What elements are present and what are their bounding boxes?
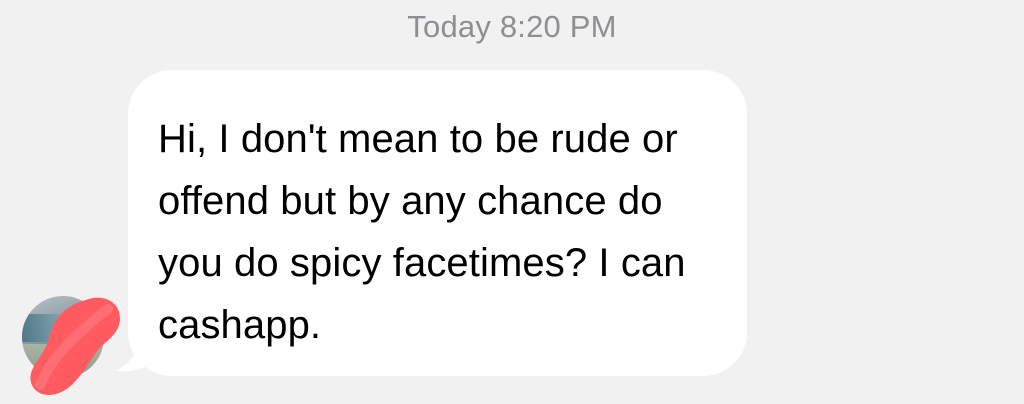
avatar-photo-sky [22, 314, 104, 342]
incoming-message[interactable]: Hi, I don't mean to be rude or offend bu… [115, 70, 747, 376]
avatar-photo-ground [22, 344, 104, 378]
message-text: Hi, I don't mean to be rude or offend bu… [158, 117, 686, 347]
message-bubble: Hi, I don't mean to be rude or offend bu… [128, 70, 747, 376]
sender-avatar[interactable] [22, 296, 104, 378]
message-timestamp: Today 8:20 PM [407, 9, 617, 44]
